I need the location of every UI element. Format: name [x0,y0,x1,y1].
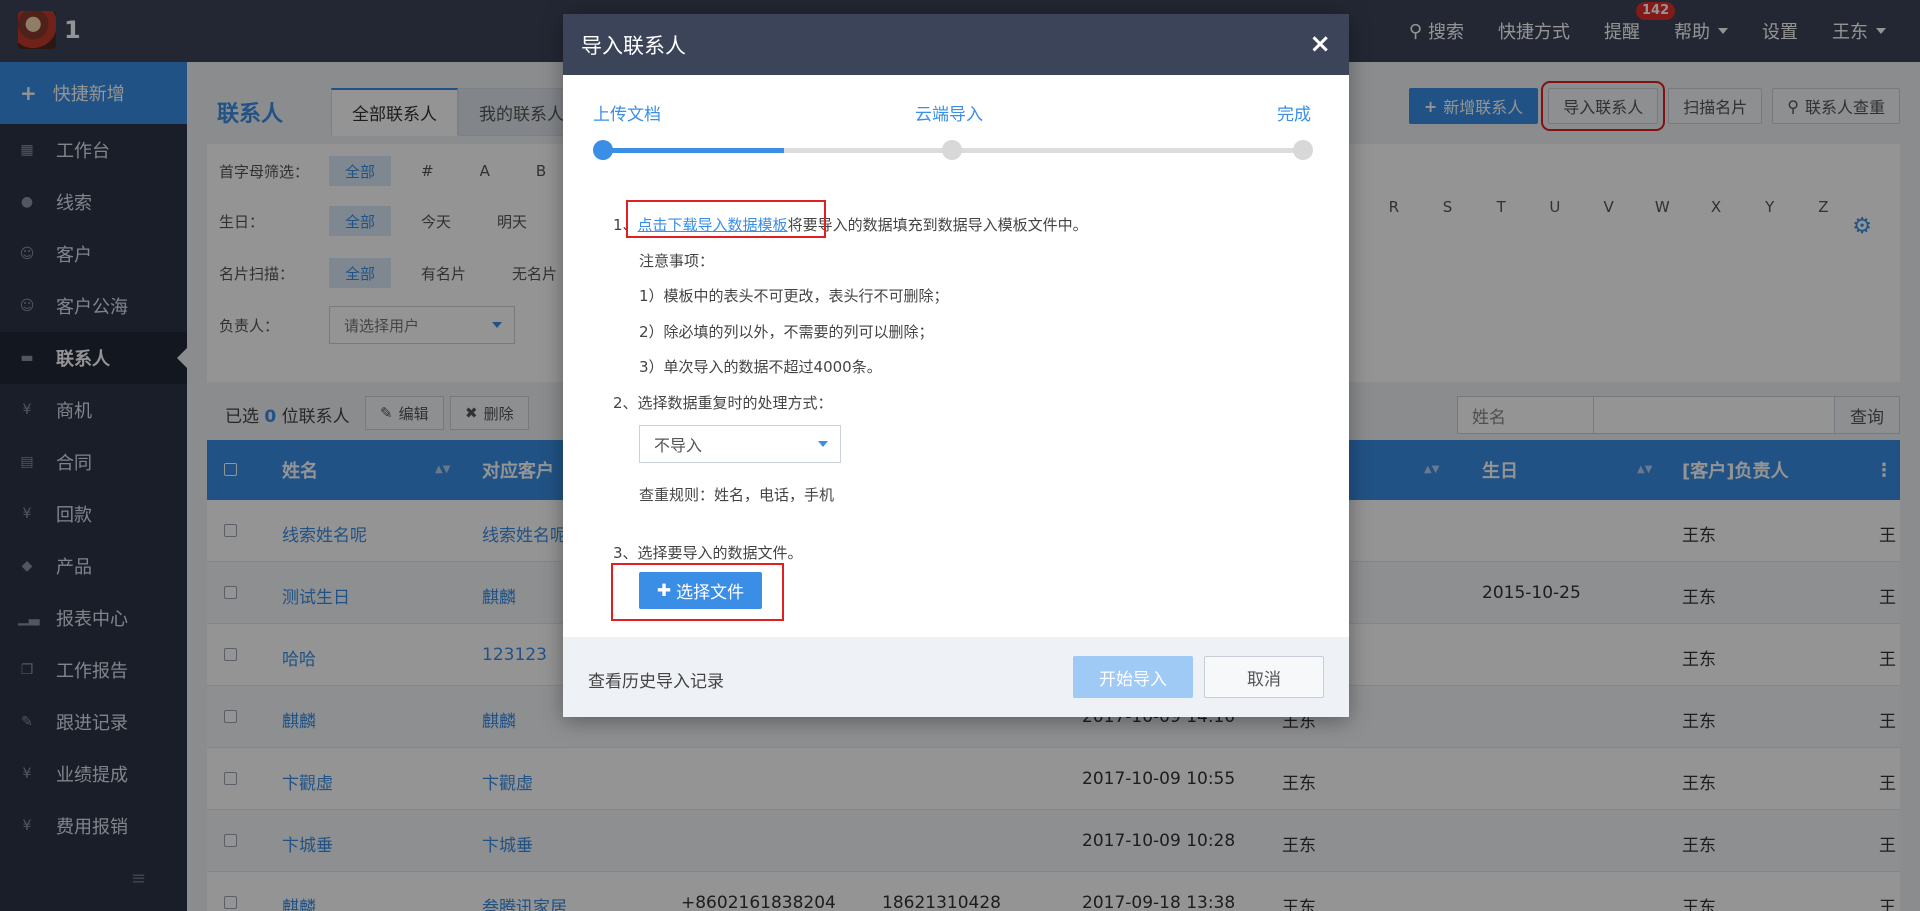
step-dot-cloud [942,140,962,160]
dialog-header: 导入联系人 × [563,14,1349,75]
step2-line: 2、选择数据重复时的处理方式： [613,394,833,412]
step-upload-label: 上传文档 [593,105,661,125]
step3-line: 3、选择要导入的数据文件。 [613,544,803,562]
step-cloud-label: 云端导入 [915,105,983,125]
step-progress-fill [601,148,785,153]
note-3: 3）单次导入的数据不超过4000条。 [639,358,882,376]
step1-text: 将要导入的数据填充到数据导入模板文件中。 [787,216,1088,234]
step-dot-upload [593,140,613,160]
dialog-title: 导入联系人 [581,33,686,58]
import-contacts-dialog: 导入联系人 × 上传文档 云端导入 完成 1、点击下载导入数据模板将要导入的数据… [563,14,1349,717]
chevron-down-icon [818,441,828,447]
dialog-footer: 查看历史导入记录 开始导入 取消 [563,637,1349,717]
import-history-link[interactable]: 查看历史导入记录 [588,667,724,692]
highlight-box [611,563,784,621]
start-import-button[interactable]: 开始导入 [1073,656,1193,698]
cancel-button[interactable]: 取消 [1204,656,1324,698]
highlight-box [626,200,826,238]
step-done-label: 完成 [1277,105,1311,125]
notes-title: 注意事项： [639,252,715,270]
note-2: 2）除必填的列以外，不需要的列可以删除； [639,323,934,341]
note-1: 1）模板中的表头不可更改，表头行不可删除； [639,287,949,305]
step-dot-done [1293,140,1313,160]
duplicate-handling-select[interactable]: 不导入 [639,425,841,463]
duplicate-option-value: 不导入 [654,436,703,455]
dedupe-rule: 查重规则：姓名，电话，手机 [639,486,835,504]
close-icon[interactable]: × [1309,29,1331,59]
